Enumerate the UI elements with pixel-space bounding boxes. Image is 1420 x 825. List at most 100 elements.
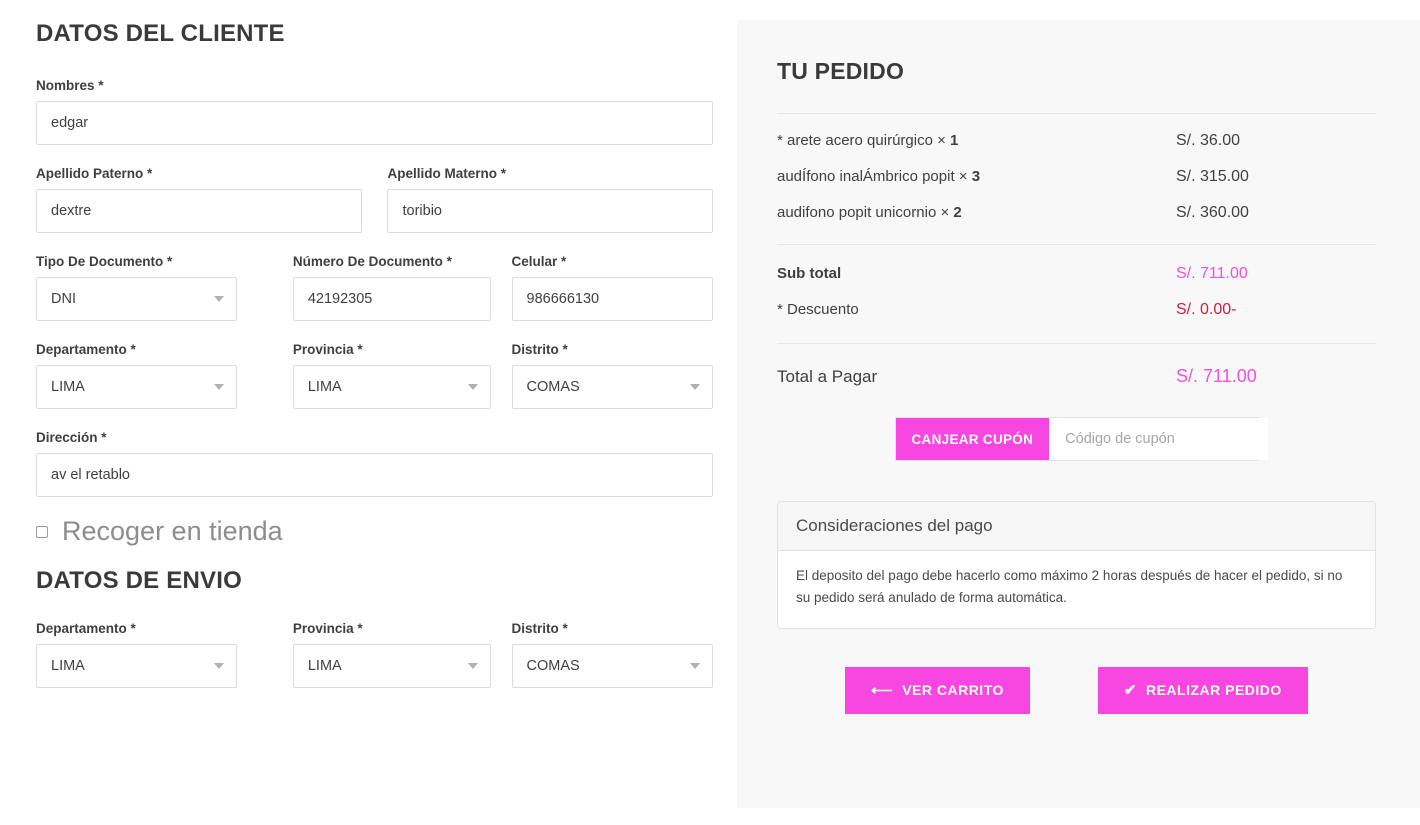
chevron-down-icon — [214, 296, 225, 302]
label-apellido-materno: Apellido Materno * — [387, 166, 506, 181]
chevron-down-icon — [467, 663, 478, 669]
order-summary-column: TU PEDIDO * arete acero quirúrgico × 1 S… — [737, 0, 1420, 825]
order-item-price: S/. 360.00 — [1176, 204, 1249, 221]
label-provincia-cliente: Provincia * — [292, 342, 363, 357]
coupon-code-input[interactable] — [1049, 418, 1269, 460]
input-apellido-paterno[interactable]: dextre — [36, 189, 362, 233]
label-distrito-envio: Distrito * — [511, 621, 568, 636]
select-distrito-envio[interactable]: COMAS — [511, 644, 713, 688]
field-direccion: Dirección * av el retablo — [36, 430, 713, 497]
coupon-section: CANJEAR CUPÓN — [777, 417, 1376, 461]
select-departamento-envio-value: LIMA — [51, 658, 85, 674]
order-item-name: * arete acero quirúrgico × 1 — [777, 132, 1176, 149]
select-departamento-cliente[interactable]: LIMA — [36, 365, 238, 409]
field-distrito-cliente: Distrito * COMAS — [511, 342, 713, 409]
chevron-down-icon — [690, 384, 700, 390]
view-cart-button[interactable]: ⟵ VER CARRITO — [845, 666, 1030, 714]
select-provincia-cliente[interactable]: LIMA — [292, 365, 491, 409]
label-provincia-envio: Provincia * — [292, 621, 363, 636]
order-item-row: audifono popit unicornio × 2 S/. 360.00 — [777, 204, 1376, 222]
order-totals: Sub total S/. 711.00 * Descuento S/. 0.0… — [777, 245, 1376, 343]
label-departamento-envio: Departamento * — [36, 621, 136, 636]
order-item-row: audÍfono inalÁmbrico popit × 3 S/. 315.0… — [777, 168, 1376, 186]
pickup-in-store-row[interactable]: Recoger en tienda — [36, 518, 713, 545]
select-provincia-envio-value: LIMA — [307, 658, 342, 674]
discount-value: S/. 0.00- — [1176, 301, 1237, 318]
select-provincia-envio[interactable]: LIMA — [292, 644, 491, 688]
grand-total-value: S/. 711.00 — [1176, 366, 1257, 386]
order-action-buttons: ⟵ VER CARRITO ✔ REALIZAR PEDIDO — [777, 666, 1376, 714]
input-numero-documento[interactable]: 42192305 — [292, 277, 491, 321]
label-celular: Celular * — [511, 254, 567, 269]
order-items-list: * arete acero quirúrgico × 1 S/. 36.00 a… — [777, 114, 1376, 244]
order-summary-title: TU PEDIDO — [777, 58, 905, 84]
grand-total-label: Total a Pagar — [777, 367, 878, 386]
label-direccion: Dirección * — [36, 430, 107, 445]
label-numero-documento: Número De Documento * — [292, 254, 452, 269]
form-row-nombres: Nombres * edgar — [36, 78, 713, 145]
discount-row: * Descuento S/. 0.00- — [777, 301, 1376, 319]
select-distrito-cliente[interactable]: COMAS — [511, 365, 713, 409]
order-item-row: * arete acero quirúrgico × 1 S/. 36.00 — [777, 132, 1376, 150]
customer-form-column: DATOS DEL CLIENTE Nombres * edgar Apelli… — [0, 0, 737, 825]
input-nombres[interactable]: edgar — [36, 101, 713, 145]
grand-total-row: Total a Pagar S/. 711.00 — [777, 366, 1376, 387]
place-order-label: REALIZAR PEDIDO — [1145, 682, 1282, 699]
label-apellido-paterno: Apellido Paterno * — [36, 166, 153, 181]
chevron-down-icon — [467, 384, 478, 390]
label-tipo-documento: Tipo De Documento * — [36, 254, 173, 269]
field-celular: Celular * 986666130 — [511, 254, 713, 321]
view-cart-label: VER CARRITO — [902, 682, 1004, 699]
order-item-qty: 3 — [971, 168, 981, 185]
label-departamento-cliente: Departamento * — [36, 342, 136, 357]
subtotal-value: S/. 711.00 — [1176, 265, 1248, 282]
field-nombres: Nombres * edgar — [36, 78, 713, 145]
chevron-down-icon — [214, 384, 225, 390]
form-row-ubicacion-cliente: Departamento * LIMA Provincia * LIMA Dis… — [36, 342, 713, 409]
order-item-price: S/. 36.00 — [1176, 132, 1241, 149]
field-provincia-cliente: Provincia * LIMA — [292, 342, 491, 409]
payment-considerations-title: Consideraciones del pago — [778, 502, 1375, 551]
payment-considerations-box: Consideraciones del pago El deposito del… — [777, 501, 1376, 629]
shipping-section-heading: DATOS DE ENVIO — [36, 567, 242, 594]
select-tipo-documento[interactable]: DNI — [36, 277, 238, 321]
chevron-down-icon — [214, 663, 225, 669]
place-order-button[interactable]: ✔ REALIZAR PEDIDO — [1097, 666, 1308, 714]
select-distrito-envio-value: COMAS — [526, 658, 580, 674]
select-tipo-documento-value: DNI — [51, 291, 76, 307]
pickup-in-store-checkbox[interactable] — [36, 525, 48, 538]
input-direccion[interactable]: av el retablo — [36, 453, 713, 497]
order-item-name-text: audifono popit unicornio × — [777, 204, 950, 221]
order-item-price: S/. 315.00 — [1176, 168, 1249, 185]
select-departamento-envio[interactable]: LIMA — [36, 644, 238, 688]
order-item-name-text: * arete acero quirúrgico × — [777, 132, 946, 149]
arrow-left-icon: ⟵ — [871, 681, 894, 699]
checkout-page: DATOS DEL CLIENTE Nombres * edgar Apelli… — [0, 0, 1420, 825]
order-item-qty: 2 — [953, 204, 962, 221]
check-icon: ✔ — [1123, 681, 1137, 699]
subtotal-label: Sub total — [777, 265, 842, 282]
form-row-ubicacion-envio: Departamento * LIMA Provincia * LIMA Dis… — [36, 621, 713, 688]
subtotal-row: Sub total S/. 711.00 — [777, 265, 1376, 283]
field-departamento-cliente: Departamento * LIMA — [36, 342, 238, 409]
form-row-apellidos: Apellido Paterno * dextre Apellido Mater… — [36, 166, 713, 233]
select-distrito-cliente-value: COMAS — [526, 379, 580, 395]
order-summary-panel: TU PEDIDO * arete acero quirúrgico × 1 S… — [737, 20, 1420, 808]
input-celular[interactable]: 986666130 — [511, 277, 713, 321]
redeem-coupon-button[interactable]: CANJEAR CUPÓN — [895, 418, 1050, 460]
input-apellido-materno[interactable]: toribio — [387, 189, 713, 233]
order-item-name-text: audÍfono inalÁmbrico popit × — [777, 168, 968, 185]
label-distrito-cliente: Distrito * — [511, 342, 568, 357]
customer-section-heading: DATOS DEL CLIENTE — [36, 20, 285, 47]
field-provincia-envio: Provincia * LIMA — [292, 621, 491, 688]
field-apellido-paterno: Apellido Paterno * dextre — [36, 166, 362, 233]
field-tipo-documento: Tipo De Documento * DNI — [36, 254, 238, 321]
select-departamento-cliente-value: LIMA — [51, 379, 85, 395]
